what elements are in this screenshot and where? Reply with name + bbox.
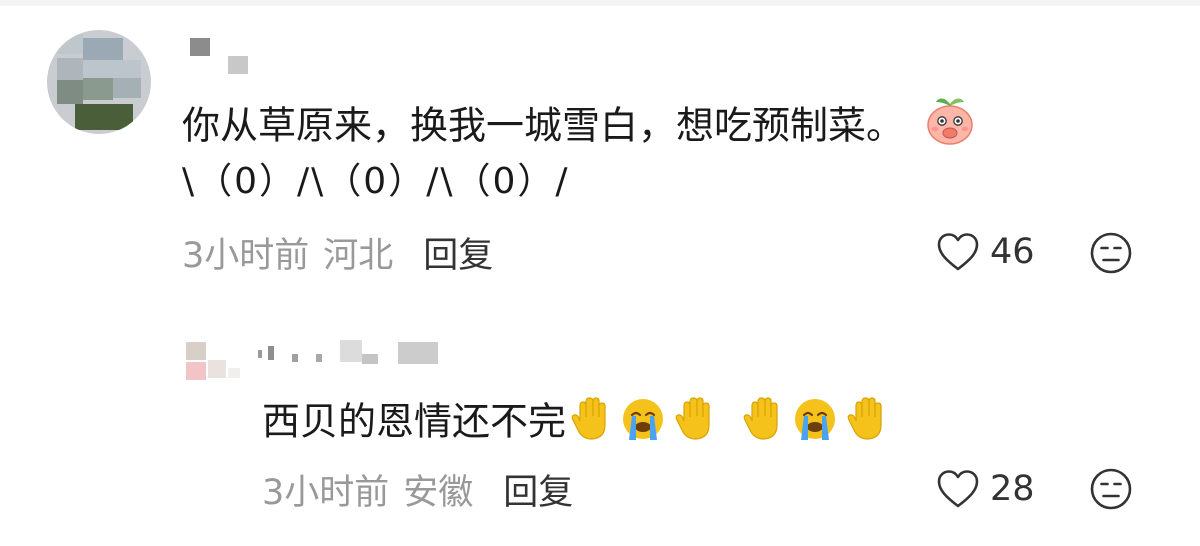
emoticon-text: \（0）/\（0）/\（0）/: [182, 161, 570, 202]
comment-body: 西贝的恩情还不完: [262, 399, 567, 444]
timestamp: 3小时前: [182, 235, 310, 276]
comment-body: 你从草原来，换我一城雪白，想吃预制菜。: [182, 103, 905, 148]
reply-button[interactable]: 回复: [423, 227, 493, 278]
location: 安徽: [403, 472, 474, 513]
raised-hand-emoji-icon: [846, 396, 890, 452]
loudly-crying-face-emoji-icon: [792, 396, 838, 452]
comment-text: 西贝的恩情还不完: [262, 396, 890, 452]
raised-hand-emoji-icon: [742, 396, 786, 452]
like-button[interactable]: 46: [936, 229, 1035, 275]
like-count: 28: [990, 469, 1035, 509]
dislike-button[interactable]: [1089, 467, 1133, 511]
timestamp: 3小时前: [262, 472, 390, 513]
username[interactable]: [190, 38, 250, 78]
top-divider: [0, 0, 1200, 6]
loudly-crying-face-emoji-icon: [620, 396, 666, 452]
avatar[interactable]: [186, 320, 244, 380]
location: 河北: [323, 235, 394, 276]
neutral-face-icon: [1090, 232, 1132, 274]
avatar[interactable]: [47, 30, 151, 134]
username[interactable]: [258, 340, 440, 368]
peach-sticker-icon: [924, 94, 976, 156]
like-button[interactable]: 28: [936, 466, 1035, 512]
raised-hand-emoji-icon: [570, 396, 614, 452]
like-count: 46: [990, 232, 1035, 272]
reply-button[interactable]: 回复: [503, 464, 573, 515]
comment-text: 你从草原来，换我一城雪白，想吃预制菜。: [182, 98, 976, 156]
neutral-face-icon: [1090, 468, 1132, 510]
raised-hand-emoji-icon: [674, 396, 718, 452]
comment-meta: 3小时前 安徽 回复: [262, 464, 573, 515]
heart-icon: [937, 233, 979, 271]
heart-icon: [937, 470, 979, 508]
dislike-button[interactable]: [1089, 231, 1133, 275]
comment-meta: 3小时前 河北 回复: [182, 227, 493, 278]
